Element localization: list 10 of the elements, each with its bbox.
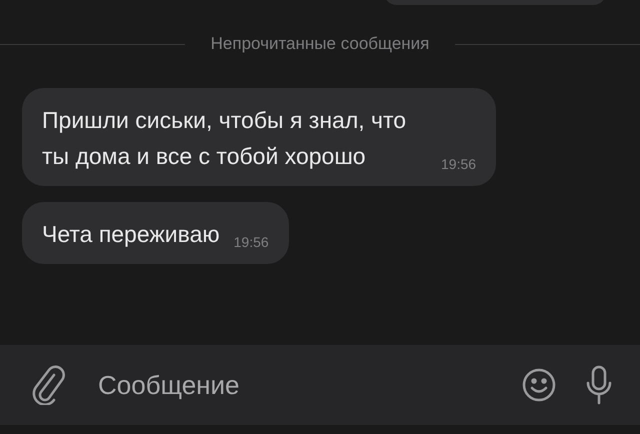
message-input[interactable]: Сообщение <box>96 368 492 402</box>
message-time: 19:56 <box>441 156 476 174</box>
message-time: 19:56 <box>234 234 269 252</box>
message-text: Пришли сиськи, чтобы я знал, что ты дома и все с тобой хорошо <box>42 106 408 171</box>
paperclip-icon[interactable] <box>32 365 66 405</box>
smiley-icon[interactable] <box>522 368 556 402</box>
unread-divider-label: Непрочитанные сообщения <box>210 34 430 54</box>
message-text: Чета переживаю <box>42 220 220 249</box>
message-composer[interactable]: Сообщение <box>0 345 640 425</box>
microphone-icon[interactable] <box>586 365 612 405</box>
